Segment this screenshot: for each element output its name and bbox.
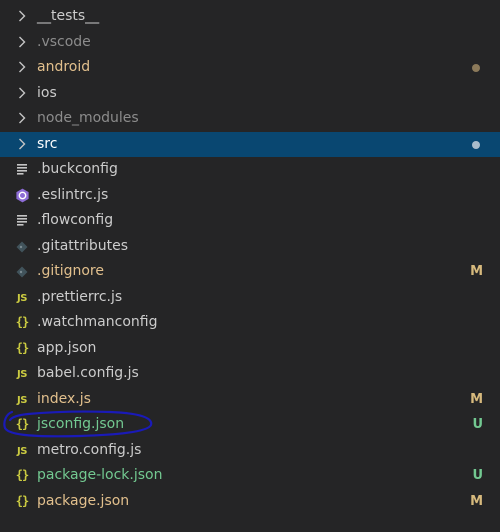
chevron-right-icon bbox=[12, 4, 32, 30]
lines-icon bbox=[12, 157, 32, 183]
item-label: .buckconfig bbox=[37, 161, 118, 177]
git-diamond-icon bbox=[12, 259, 32, 285]
file-item[interactable]: .gitignore M bbox=[0, 259, 500, 285]
item-label: ios bbox=[37, 84, 57, 101]
item-label: package.json bbox=[37, 492, 130, 509]
git-status-badge: M bbox=[470, 493, 483, 509]
file-item[interactable]: JS .prettierrc.js bbox=[0, 285, 500, 311]
folder-item[interactable]: android bbox=[0, 55, 500, 81]
folder-item[interactable]: .vscode bbox=[0, 30, 500, 56]
chevron-right-icon bbox=[12, 132, 32, 158]
json-braces-icon: {} bbox=[15, 340, 29, 355]
json-braces-icon: {} bbox=[15, 315, 29, 329]
item-label: android bbox=[37, 59, 91, 75]
git-diamond-icon bbox=[12, 234, 32, 260]
item-label: metro.config.js bbox=[37, 441, 142, 458]
file-item[interactable]: {} app.json bbox=[0, 336, 500, 362]
eslint-icon bbox=[12, 183, 32, 209]
item-label: app.json bbox=[37, 339, 97, 356]
file-item[interactable]: .gitattributes bbox=[0, 234, 500, 260]
js-icon: JS bbox=[17, 445, 27, 457]
git-status-badge: U bbox=[472, 468, 483, 483]
item-label: .watchmanconfig bbox=[37, 314, 158, 330]
item-label: jsconfig.json bbox=[37, 416, 125, 432]
chevron-right-icon bbox=[12, 30, 32, 56]
item-label: babel.config.js bbox=[37, 365, 139, 381]
item-label: .prettierrc.js bbox=[37, 288, 123, 305]
item-label: .vscode bbox=[37, 33, 91, 50]
file-item[interactable]: JS babel.config.js bbox=[0, 361, 500, 387]
item-label: .eslintrc.js bbox=[37, 186, 109, 203]
item-label: node_modules bbox=[37, 110, 139, 126]
file-item[interactable]: {} .watchmanconfig bbox=[0, 310, 500, 336]
file-item[interactable]: .eslintrc.js bbox=[0, 183, 500, 209]
file-item[interactable]: {} jsconfig.json U bbox=[0, 412, 500, 438]
item-label: .gitignore bbox=[37, 263, 104, 279]
file-explorer-tree: __tests__ .vscode android ios node_modulessr… bbox=[0, 4, 500, 514]
git-status-badge: M bbox=[470, 391, 483, 407]
js-icon: JS bbox=[17, 369, 27, 380]
folder-item[interactable]: __tests__ bbox=[0, 4, 500, 30]
git-status-badge: U bbox=[472, 417, 483, 432]
item-label: index.js bbox=[37, 390, 91, 407]
chevron-right-icon bbox=[12, 55, 32, 81]
lines-icon bbox=[12, 208, 32, 234]
item-label: package-lock.json bbox=[37, 467, 163, 483]
folder-item[interactable]: node_modules bbox=[0, 106, 500, 132]
file-item[interactable]: .buckconfig bbox=[0, 157, 500, 183]
json-braces-icon: {} bbox=[15, 493, 29, 508]
item-label: src bbox=[37, 135, 58, 152]
git-status-dot bbox=[472, 140, 480, 149]
js-icon: JS bbox=[17, 394, 27, 406]
item-label: .gitattributes bbox=[37, 237, 129, 254]
folder-item[interactable]: ios bbox=[0, 81, 500, 107]
file-item[interactable]: JS metro.config.js bbox=[0, 438, 500, 464]
item-label: .flowconfig bbox=[37, 212, 114, 228]
json-braces-icon: {} bbox=[15, 417, 29, 431]
json-braces-icon: {} bbox=[15, 468, 29, 482]
git-status-badge: M bbox=[470, 264, 483, 279]
file-item[interactable]: .flowconfig bbox=[0, 208, 500, 234]
item-label: __tests__ bbox=[37, 8, 100, 24]
file-item[interactable]: JS index.js M bbox=[0, 387, 500, 413]
git-status-dot bbox=[472, 64, 480, 72]
file-item[interactable]: {} package-lock.json U bbox=[0, 463, 500, 489]
folder-item[interactable]: src bbox=[0, 131, 500, 158]
chevron-right-icon bbox=[12, 81, 32, 107]
js-icon: JS bbox=[17, 292, 27, 304]
file-item[interactable]: {} package.json M bbox=[0, 489, 500, 515]
chevron-right-icon bbox=[12, 106, 32, 132]
